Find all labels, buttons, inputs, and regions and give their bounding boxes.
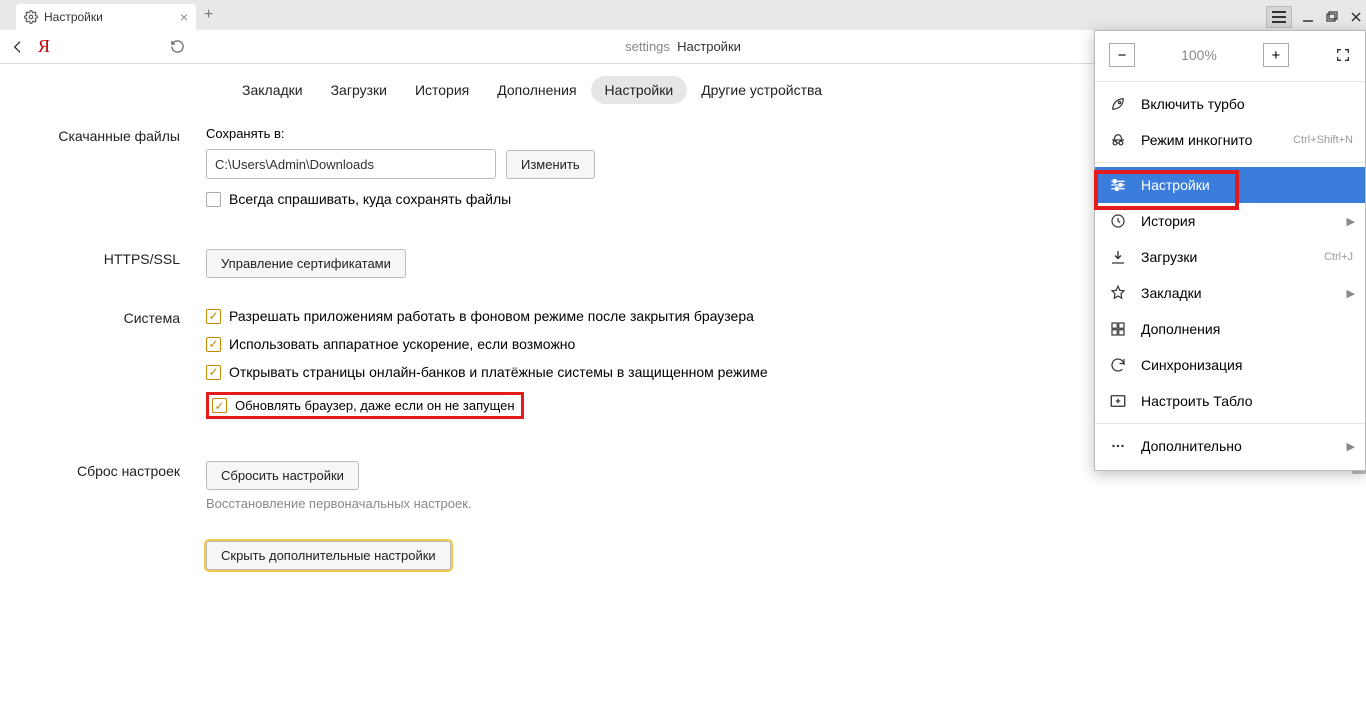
back-button[interactable] [8,39,28,55]
nav-item-4[interactable]: Настройки [591,76,688,104]
submenu-arrow-icon: ▶ [1347,287,1355,300]
nav-item-3[interactable]: Дополнения [483,76,590,104]
reset-settings-button[interactable]: Сбросить настройки [206,461,359,490]
system-checkbox-1[interactable] [206,337,221,352]
section-hide-advanced: Скрыть дополнительные настройки [0,541,1366,570]
maximize-button[interactable] [1324,9,1340,25]
download-path-input[interactable] [206,149,496,179]
menu-item-incognito[interactable]: Режим инкогнито Ctrl+Shift+N [1095,122,1365,158]
menu-label: Дополнительно [1141,438,1242,454]
menu-item-tableau[interactable]: Настроить Табло [1095,383,1365,419]
gear-icon [24,10,38,24]
tableau-icon [1109,392,1127,410]
history-icon [1109,212,1127,230]
tab-settings[interactable]: Настройки × [16,4,196,30]
tab-close-icon[interactable]: × [180,9,188,25]
yandex-logo[interactable]: Я [38,36,50,57]
always-ask-checkbox[interactable] [206,192,221,207]
zoom-row: − 100% + [1095,31,1365,77]
menu-label: Режим инкогнито [1141,132,1252,148]
manage-certificates-button[interactable]: Управление сертификатами [206,249,406,278]
nav-item-0[interactable]: Закладки [228,76,317,104]
system-label-1: Использовать аппаратное ускорение, если … [229,336,575,352]
menu-label: Настроить Табло [1141,393,1253,409]
system-label-3: Обновлять браузер, даже если он не запущ… [235,398,515,413]
titlebar: Настройки × + [0,0,1366,30]
download-icon [1109,248,1127,266]
menu-item-download[interactable]: Загрузки Ctrl+J [1095,239,1365,275]
menu-label: Включить турбо [1141,96,1245,112]
sliders-icon [1109,176,1127,194]
addons-icon [1109,320,1127,338]
menu-label: Синхронизация [1141,357,1242,373]
sync-icon [1109,356,1127,374]
system-option-3[interactable]: Обновлять браузер, даже если он не запущ… [206,392,524,419]
menu-item-star[interactable]: Закладки ▶ [1095,275,1365,311]
menu-item-dots[interactable]: Дополнительно ▶ [1095,428,1365,464]
rocket-icon [1109,95,1127,113]
fullscreen-button[interactable] [1335,47,1351,63]
close-window-button[interactable] [1348,9,1364,25]
menu-shortcut: Ctrl+J [1324,251,1353,263]
zoom-out-button[interactable]: − [1109,43,1135,67]
menu-item-addons[interactable]: Дополнения [1095,311,1365,347]
nav-item-5[interactable]: Другие устройства [687,76,836,104]
hide-advanced-button[interactable]: Скрыть дополнительные настройки [206,541,451,570]
section-label-system: Система [0,308,206,326]
incognito-icon [1109,131,1127,149]
system-checkbox-0[interactable] [206,309,221,324]
menu-item-rocket[interactable]: Включить турбо [1095,86,1365,122]
dots-icon [1109,437,1127,455]
section-label-https: HTTPS/SSL [0,249,206,267]
new-tab-button[interactable]: + [204,6,213,24]
submenu-arrow-icon: ▶ [1347,215,1355,228]
nav-item-2[interactable]: История [401,76,483,104]
menu-label: История [1141,213,1195,229]
section-label-downloads: Скачанные файлы [0,126,206,144]
tab-title: Настройки [44,10,174,24]
menu-label: Загрузки [1141,249,1197,265]
system-checkbox-3[interactable] [212,398,227,413]
menu-label: Закладки [1141,285,1202,301]
system-label-2: Открывать страницы онлайн-банков и платё… [229,364,768,380]
zoom-level: 100% [1181,47,1217,63]
nav-item-1[interactable]: Загрузки [317,76,401,104]
menu-item-history[interactable]: История ▶ [1095,203,1365,239]
menu-label: Дополнения [1141,321,1220,337]
window-controls [1266,6,1364,28]
zoom-in-button[interactable]: + [1263,43,1289,67]
menu-item-sync[interactable]: Синхронизация [1095,347,1365,383]
main-menu-button[interactable] [1266,6,1292,28]
section-label-reset: Сброс настроек [0,461,206,479]
star-icon [1109,284,1127,302]
reset-note: Восстановление первоначальных настроек. [206,496,1366,511]
menu-shortcut: Ctrl+Shift+N [1293,134,1353,146]
reload-button[interactable] [170,39,185,54]
minimize-button[interactable] [1300,9,1316,25]
menu-item-sliders[interactable]: Настройки [1095,167,1365,203]
change-path-button[interactable]: Изменить [506,150,595,179]
address-text[interactable]: settings Настройки [625,39,741,54]
system-label-0: Разрешать приложениям работать в фоновом… [229,308,754,324]
menu-label: Настройки [1141,177,1210,193]
submenu-arrow-icon: ▶ [1347,440,1355,453]
always-ask-label: Всегда спрашивать, куда сохранять файлы [229,191,511,207]
system-checkbox-2[interactable] [206,365,221,380]
main-menu-popup: − 100% + Включить турбо Режим инкогнито Ct… [1094,30,1366,471]
